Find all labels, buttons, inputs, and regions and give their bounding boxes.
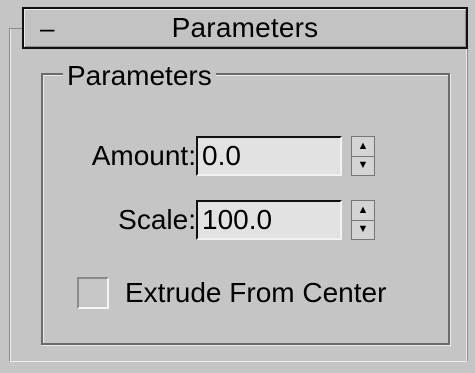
extrude-from-center-checkbox[interactable]	[77, 277, 109, 309]
amount-spin-up-icon[interactable]: ▲	[352, 137, 374, 157]
rollout-title: Parameters	[171, 12, 319, 43]
collapse-icon[interactable]: –	[40, 15, 54, 41]
amount-spinner[interactable]: ▲ ▼	[351, 136, 375, 176]
scale-label: Scale:	[118, 204, 196, 235]
group-legend: Parameters	[63, 59, 216, 93]
amount-input[interactable]	[196, 136, 342, 176]
scale-spin-down-icon[interactable]: ▼	[352, 221, 374, 240]
extrude-from-center-label[interactable]: Extrude From Center	[125, 276, 386, 310]
scale-input[interactable]	[196, 200, 342, 240]
amount-row: Amount: ▲ ▼	[82, 136, 375, 176]
amount-spin-down-icon[interactable]: ▼	[352, 157, 374, 176]
extrude-from-center-row[interactable]: Extrude From Center	[77, 276, 386, 310]
rollout-header[interactable]: – Parameters	[22, 7, 468, 49]
amount-label: Amount:	[91, 140, 196, 171]
scale-spin-up-icon[interactable]: ▲	[352, 201, 374, 221]
scale-spinner[interactable]: ▲ ▼	[351, 200, 375, 240]
scale-row: Scale: ▲ ▼	[82, 200, 375, 240]
